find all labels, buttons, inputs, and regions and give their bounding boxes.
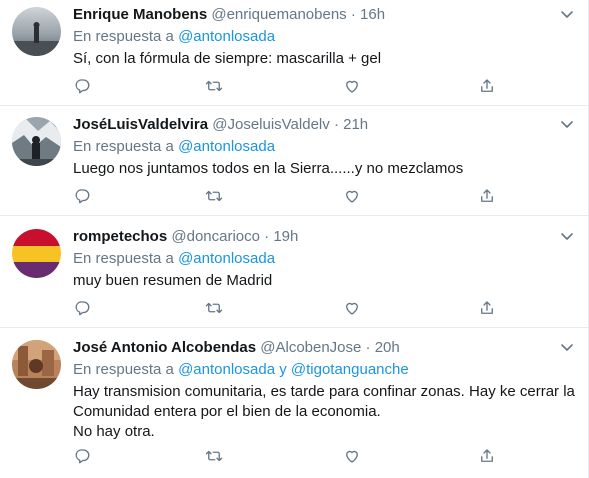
tweet-actions [73,299,503,319]
display-name[interactable]: Enrique Manobens [73,6,207,23]
tweet-text: Luego nos juntamos todos en la Sierra...… [73,159,573,179]
share-icon[interactable] [478,299,498,319]
mention-link[interactable]: @antonlosada [178,28,275,45]
separator: · [365,339,371,356]
chevron-down-icon[interactable] [558,341,576,355]
like-icon[interactable] [343,299,363,319]
tweet-actions [73,447,503,467]
avatar[interactable] [12,229,61,278]
reply-context: En respuesta a @antonlosada [73,27,275,47]
timestamp[interactable]: 19h [273,228,298,245]
avatar[interactable] [12,340,61,389]
display-name[interactable]: José Antonio Alcobendas [73,339,256,356]
tweet-text-line: Luego nos juntamos todos en la Sierra...… [73,160,464,177]
timestamp[interactable]: 16h [360,6,385,23]
separator: · [350,6,356,23]
tweet-actions [73,77,503,97]
tweet-text: Hay transmision comunitaria, es tarde pa… [73,382,575,442]
reply-icon[interactable] [73,299,93,319]
reply-prefix: En respuesta a [73,28,174,45]
share-icon[interactable] [478,447,498,467]
tweet-text-line: Sí, con la fórmula de siempre: mascarill… [73,50,382,67]
reply-prefix: En respuesta a [73,361,174,378]
share-icon[interactable] [478,77,498,97]
mention-link[interactable]: @tigotanguanche [291,361,409,378]
reply-prefix: En respuesta a [73,138,174,155]
user-handle[interactable]: @enriquemanobens [211,6,346,23]
display-name[interactable]: JoséLuisValdelvira [73,116,208,133]
reply-context: En respuesta a @antonlosada y @tigotangu… [73,360,409,380]
tweet-text: muy buen resumen de Madrid [73,271,573,291]
chevron-down-icon[interactable] [558,118,576,132]
reply-context: En respuesta a @antonlosada [73,249,275,269]
tweet-text-line: muy buen resumen de Madrid [73,272,273,289]
tweet-header: Enrique Manobens @enriquemanobens · 16h [73,5,385,25]
tweet-text-line: Hay transmision comunitaria, es tarde pa… [73,383,575,400]
retweet-icon[interactable] [205,77,225,97]
like-icon[interactable] [343,447,363,467]
chevron-down-icon[interactable] [558,230,576,244]
reply-prefix: En respuesta a [73,250,174,267]
tweet-header: José Antonio Alcobendas @AlcobenJose · 2… [73,338,400,358]
mention-link[interactable]: @antonlosada [178,250,275,267]
tweet-2[interactable]: JoséLuisValdelvira @JoseluisValdelv · 21… [0,110,588,216]
separator: · [333,116,339,133]
display-name[interactable]: rompetechos [73,228,167,245]
share-icon[interactable] [478,187,498,207]
retweet-icon[interactable] [205,299,225,319]
tweet-header: JoséLuisValdelvira @JoseluisValdelv · 21… [73,115,368,135]
tweet-3[interactable]: rompetechos @doncarioco · 19h En respues… [0,222,588,328]
tweet-text-line: Comunidad entera por el bien de la econo… [73,403,381,420]
separator: · [264,228,270,245]
timestamp[interactable]: 21h [343,116,368,133]
tweet-header: rompetechos @doncarioco · 19h [73,227,298,247]
reply-icon[interactable] [73,187,93,207]
retweet-icon[interactable] [205,447,225,467]
reply-joiner: y [279,361,287,378]
tweet-1[interactable]: Enrique Manobens @enriquemanobens · 16h … [0,0,588,106]
reply-icon[interactable] [73,77,93,97]
retweet-icon[interactable] [205,187,225,207]
reply-context: En respuesta a @antonlosada [73,137,275,157]
user-handle[interactable]: @doncarioco [171,228,260,245]
tweet-text: Sí, con la fórmula de siempre: mascarill… [73,49,573,69]
tweet-4[interactable]: José Antonio Alcobendas @AlcobenJose · 2… [0,333,588,478]
avatar[interactable] [12,7,61,56]
avatar[interactable] [12,117,61,166]
chevron-down-icon[interactable] [558,8,576,22]
user-handle[interactable]: @JoseluisValdelv [212,116,330,133]
mention-link[interactable]: @antonlosada [178,361,275,378]
tweet-text-line: No hay otra. [73,423,155,440]
reply-icon[interactable] [73,447,93,467]
timestamp[interactable]: 20h [375,339,400,356]
tweet-actions [73,187,503,207]
user-handle[interactable]: @AlcobenJose [260,339,361,356]
like-icon[interactable] [343,77,363,97]
mention-link[interactable]: @antonlosada [178,138,275,155]
like-icon[interactable] [343,187,363,207]
